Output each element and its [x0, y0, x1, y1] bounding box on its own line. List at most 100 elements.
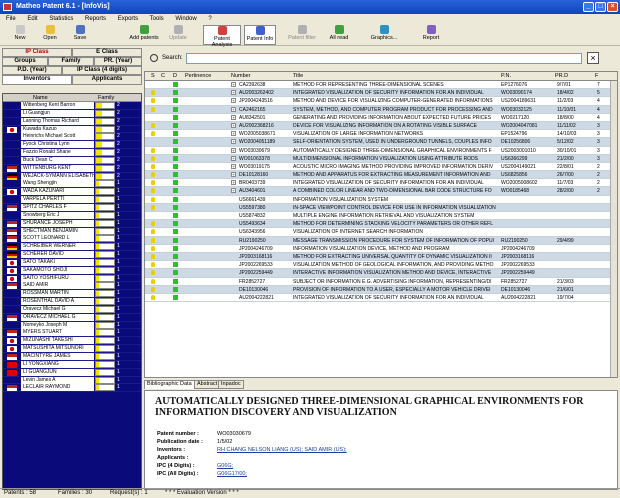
tab-abstract[interactable]: Abstract — [194, 380, 221, 389]
menu-tools[interactable]: Tools — [150, 16, 164, 22]
inventor-row[interactable]: MACINTYRE JAMES 1 — [3, 353, 141, 361]
menu-reports[interactable]: Reports — [85, 16, 106, 22]
menu-statistics[interactable]: Statistics — [49, 16, 73, 22]
patent-row[interactable]: + AU8342501 GENERATING AND PROVIDING INFOR… — [145, 114, 617, 122]
inventor-row[interactable]: MIZUNASHI TAKESHI 1 — [3, 337, 141, 346]
menu-edit[interactable]: Edit — [27, 16, 37, 22]
patent-row[interactable]: + WO2005038671 VISUALIZATION OF LARGE INFO… — [145, 130, 617, 139]
inventor-row[interactable]: SHURANCE JOSEPH 1 — [3, 219, 141, 228]
expand-icon[interactable]: + — [231, 147, 236, 153]
expand-icon[interactable]: + — [231, 106, 236, 112]
inventor-row[interactable]: Snowberg Eric J 1 — [3, 211, 141, 220]
inventor-row[interactable]: WADA KAZUNARI 1 — [3, 188, 141, 197]
patent-row[interactable]: US5874832 MULTIPLE ENGINE INFORMATION RET… — [145, 212, 617, 221]
patent-row[interactable]: AU2004222821 INTEGRATED VISUALIZATION OF … — [145, 294, 617, 303]
tab-ip-class-4-digits[interactable]: IP Class (4 digits) — [62, 66, 142, 75]
patent-row[interactable]: FR2852727 SUBJECT OR INFORMATION E.G. ADV… — [145, 278, 617, 286]
patent-row[interactable]: + WO2004051189 SELF-ORIENTATION SYSTEM, US… — [145, 138, 617, 147]
patent-row[interactable]: + DE10128160 METHOD AND APPARATUS FOR EXTR… — [145, 171, 617, 180]
patent-row[interactable]: JP2002259449 INTERACTIVE INFORMATION VISU… — [145, 269, 617, 278]
patent-filter-button[interactable]: Patent filter — [287, 25, 317, 45]
close-button[interactable]: × — [607, 2, 618, 12]
expand-icon[interactable]: + — [231, 114, 236, 120]
patent-row[interactable]: US6661439 INFORMATION VISUALIZATION SYSTE… — [145, 196, 617, 204]
tab-pd-year[interactable]: P.D. (Year) — [2, 66, 62, 75]
inventor-row[interactable]: Nomeyko Joseph M 1 — [3, 321, 141, 330]
inventor-row[interactable]: SHECTMAN BENJAMIN 1 — [3, 227, 141, 236]
tab-applicants[interactable]: Applicants — [72, 75, 142, 85]
inventor-row[interactable]: ORAVECZ MICHAEL G 1 — [3, 313, 141, 322]
col-pertinence-header[interactable]: Pertinence — [185, 72, 211, 81]
open-button[interactable]: Open — [38, 25, 62, 45]
update-button[interactable]: Update — [166, 25, 190, 45]
expand-icon[interactable]: + — [231, 180, 236, 186]
col-prd-header[interactable]: PR.D — [555, 72, 568, 81]
patent-row[interactable]: US6343956 VISUALIZATION OF INTERNET SEARC… — [145, 228, 617, 237]
patent-row[interactable]: + WO03030679 AUTOMATICALLY DESIGNED THREE-… — [145, 147, 617, 155]
patent-row[interactable]: + WO03019175 ACOUSTIC MICRO IMAGING METHOD… — [145, 163, 617, 172]
tab-bibliographic-data[interactable]: Bibliographic Data — [144, 380, 195, 389]
col-title-header[interactable]: Title — [293, 72, 303, 81]
new-button[interactable]: New — [8, 25, 32, 45]
inventor-row[interactable]: Wittenberg Kent Barron 2 — [3, 102, 141, 110]
inventor-row[interactable]: VARPELA PERTTI 1 — [3, 196, 141, 204]
inventor-row[interactable]: Fazzio Ronald Shane 2 — [3, 149, 141, 157]
tab-inpadoc[interactable]: Inpadoc — [218, 380, 244, 389]
detail-link[interactable]: RH CHANG NELSON LIANG (US); SAID AMIR (U… — [217, 447, 347, 453]
inventor-row[interactable]: SAITO YOSHIFURU 1 — [3, 274, 141, 283]
inventor-row[interactable]: Heinrichs Michael Scott 2 — [3, 133, 141, 142]
patent-row[interactable]: US5493634 METHOD FOR DETERMINING STACKING… — [145, 220, 617, 229]
add-patents-button[interactable]: Add patents — [128, 25, 160, 45]
inventor-row[interactable]: SATO TAKAKI 1 — [3, 258, 141, 267]
menu-exports[interactable]: Exports — [118, 16, 138, 22]
col-name-header[interactable]: Name — [33, 94, 48, 102]
search-input[interactable] — [186, 53, 582, 64]
inventor-row[interactable]: Kuwada Kazuo 2 — [3, 125, 141, 134]
expand-icon[interactable]: + — [231, 98, 236, 104]
expand-icon[interactable]: + — [231, 172, 236, 178]
tab-ip-class[interactable]: IP Class — [2, 48, 72, 57]
menu-file[interactable]: File — [6, 16, 16, 22]
inventor-row[interactable]: Buck Dean C 2 — [3, 156, 141, 165]
patent-row[interactable]: JP2004246709 INFORMATION VISUALIZATION DE… — [145, 245, 617, 253]
inventor-row[interactable]: Fyock Christina Lynn 2 — [3, 141, 141, 150]
inventor-row[interactable]: SAID AMIR 1 — [3, 282, 141, 291]
expand-icon[interactable]: + — [231, 122, 236, 128]
inventor-row[interactable]: SPITZ CHARLES F 1 — [3, 203, 141, 212]
patent-info-button[interactable]: Patent Info — [244, 25, 276, 45]
maximize-button[interactable]: □ — [595, 2, 606, 12]
patent-row[interactable]: + JP2004243516 METHOD AND DEVICE FOR VISUA… — [145, 97, 617, 106]
tab-groups[interactable]: Groups — [2, 57, 48, 66]
patent-analysis-button[interactable]: Patent Analysis — [203, 25, 241, 48]
all-read-button[interactable]: All read — [326, 25, 352, 45]
patent-row[interactable]: + AU2003262402 INTEGRATED VISUALIZATION OF… — [145, 89, 617, 98]
save-button[interactable]: Save — [68, 25, 92, 45]
inventor-row[interactable]: LECLAIR RAYMOND 1 — [3, 384, 141, 393]
inventor-row[interactable]: Li Guangjun 2 — [3, 109, 141, 118]
inventor-row[interactable]: WEJACK-SYMANN ELISABETH 2 — [3, 172, 141, 181]
menu-help[interactable]: ? — [208, 16, 211, 22]
inventor-row[interactable]: SCHREIBER WERNER 1 — [3, 243, 141, 252]
inventor-row[interactable]: Oravecz Michael G 1 — [3, 305, 141, 314]
graphics-button[interactable]: Graphics... — [366, 25, 402, 45]
tab-inventors[interactable]: Inventors — [2, 75, 72, 85]
expand-icon[interactable]: + — [231, 139, 236, 145]
col-d-header[interactable]: D — [173, 72, 177, 81]
minimize-button[interactable]: _ — [583, 2, 594, 12]
patent-row[interactable]: JP2002269533 VISUALIZATION METHOD OF GEOL… — [145, 261, 617, 270]
tab-family[interactable]: Family — [48, 57, 94, 66]
expand-icon[interactable]: + — [231, 90, 236, 96]
col-s-header[interactable]: S — [151, 72, 155, 81]
vertical-scrollbar[interactable] — [610, 81, 617, 377]
patent-row[interactable]: + AU2002368216 DEVICE FOR VISUALIZING INFO… — [145, 121, 617, 131]
inventor-row[interactable]: Levin James A 1 — [3, 376, 141, 385]
detail-link[interactable]: G06G17/00; — [217, 471, 247, 477]
inventor-row[interactable]: MYERS STUART 1 — [3, 329, 141, 338]
expand-icon[interactable]: + — [231, 155, 236, 161]
menu-window[interactable]: Window — [175, 16, 196, 22]
col-c-header[interactable]: C — [161, 72, 165, 81]
col-pn-header[interactable]: P.N. — [501, 72, 511, 81]
inventor-row[interactable]: LI YONGXIANG 1 — [3, 360, 141, 369]
col-f-header[interactable]: F — [595, 72, 598, 81]
patent-row[interactable]: + CA2392638 METHOD FOR REPRESENTING THREE-… — [145, 81, 617, 90]
